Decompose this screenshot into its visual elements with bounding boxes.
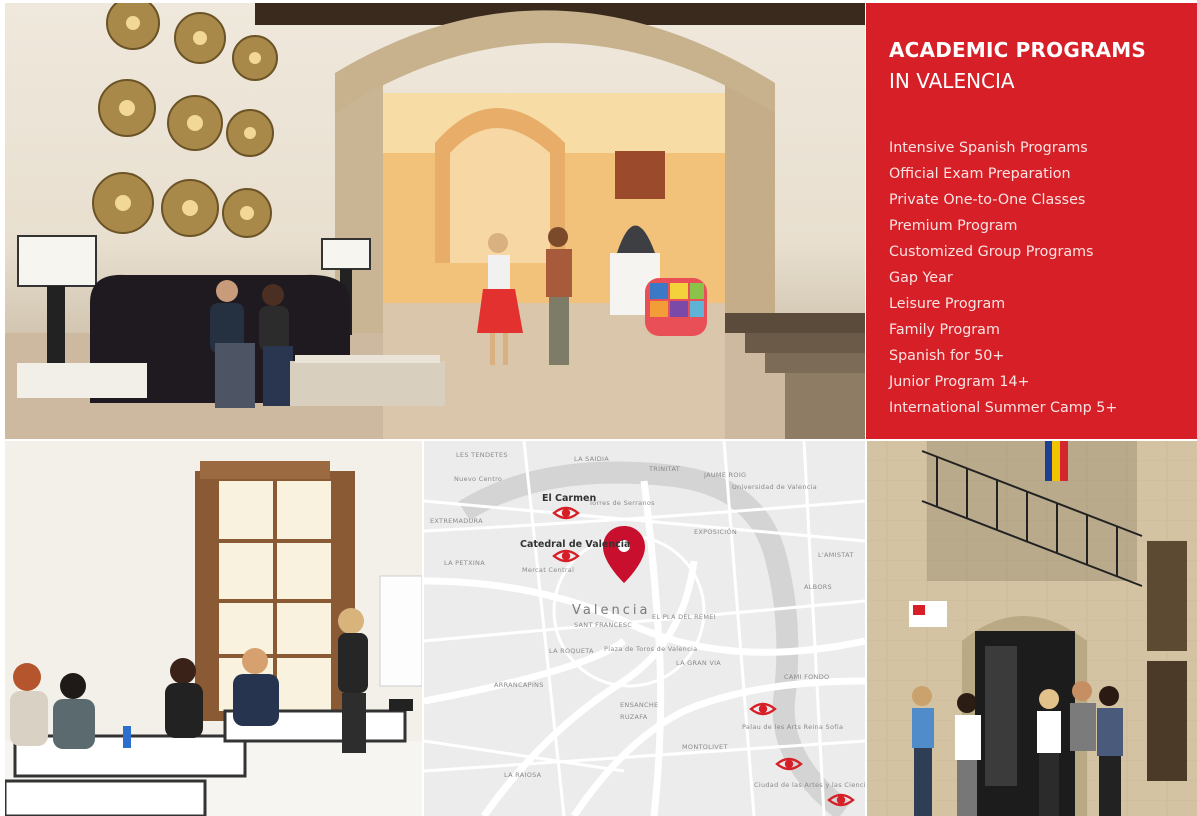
program-item-private[interactable]: Private One-to-One Classes bbox=[889, 187, 1117, 213]
program-item-gap-year[interactable]: Gap Year bbox=[889, 265, 1117, 291]
program-item-customized[interactable]: Customized Group Programs bbox=[889, 239, 1117, 265]
map-district-raiosa: LA RAIOSA bbox=[504, 771, 542, 779]
program-item-family[interactable]: Family Program bbox=[889, 317, 1117, 343]
map-district-nuevo-centro: Nuevo Centro bbox=[454, 475, 503, 483]
map-district-gran-via: LA GRAN VIA bbox=[676, 659, 722, 667]
school-building-photo bbox=[867, 441, 1197, 816]
lobby-photo bbox=[5, 3, 865, 439]
map-district-jaume-roig: JAUME ROIG bbox=[704, 471, 747, 479]
map-district-ciudad-artes: Ciudad de las Artes y las Ciencias bbox=[754, 781, 865, 789]
map-district-ensanche: ENSANCHE bbox=[620, 701, 659, 709]
academic-programs-panel: ACADEMIC PROGRAMS IN VALENCIA Intensive … bbox=[866, 3, 1197, 439]
map-district-plaza-toros: Plaza de Toros de Valencia bbox=[604, 645, 698, 653]
program-item-exam-prep[interactable]: Official Exam Preparation bbox=[889, 161, 1117, 187]
program-item-junior[interactable]: Junior Program 14+ bbox=[889, 369, 1117, 395]
classroom-photo bbox=[5, 441, 422, 816]
program-item-leisure[interactable]: Leisure Program bbox=[889, 291, 1117, 317]
map-district-extremadura: EXTREMADURA bbox=[430, 517, 483, 525]
map-district-cami-fondo: CAMI FONDO bbox=[784, 673, 830, 681]
classroom-illustration bbox=[5, 441, 422, 816]
map-district-palau-arts: Palau de les Arts Reina Sofia bbox=[742, 723, 844, 731]
map-district-sant-francesc: SANT FRANCESC bbox=[574, 621, 633, 629]
map-district-ruzafa: RUZAFA bbox=[620, 713, 648, 721]
map-district-albors: ALBORS bbox=[804, 583, 832, 591]
map-district-torres-serranos: Torres de Serranos bbox=[589, 499, 655, 507]
map-label-catedral: Catedral de Valencia bbox=[520, 539, 631, 550]
map-district-montolivet: MONTOLIVET bbox=[682, 743, 728, 751]
map-district-tendetes: LES TENDETES bbox=[456, 451, 508, 459]
map-district-pla-remei: EL PLA DEL REMEI bbox=[652, 613, 716, 621]
program-item-premium[interactable]: Premium Program bbox=[889, 213, 1117, 239]
building-illustration bbox=[867, 441, 1197, 816]
program-item-summer-camp[interactable]: International Summer Camp 5+ bbox=[889, 395, 1117, 421]
location-map[interactable]: El Carmen Catedral de Valencia Valencia … bbox=[424, 441, 865, 816]
map-district-la-roqueta: LA ROQUETA bbox=[549, 647, 594, 655]
map-district-petxina: LA PETXINA bbox=[444, 559, 485, 567]
programs-title: ACADEMIC PROGRAMS bbox=[889, 38, 1146, 62]
map-district-saidia: LA SAIDIA bbox=[574, 455, 609, 463]
program-item-50-plus[interactable]: Spanish for 50+ bbox=[889, 343, 1117, 369]
program-item-intensive[interactable]: Intensive Spanish Programs bbox=[889, 135, 1117, 161]
map-district-exposicion: EXPOSICIÓN bbox=[694, 528, 738, 536]
lobby-illustration bbox=[5, 3, 865, 439]
programs-list: Intensive Spanish Programs Official Exam… bbox=[889, 135, 1117, 421]
map-district-mercat: Mercat Central bbox=[522, 566, 575, 574]
map-district-trinitat: TRINITAT bbox=[649, 465, 680, 473]
map-district-lamistat: L'AMISTAT bbox=[818, 551, 854, 559]
map-district-universidad: Universidad de Valencia bbox=[732, 483, 817, 491]
map-district-arrancapins: ARRANCAPINS bbox=[494, 681, 544, 689]
map-label-city: Valencia bbox=[572, 603, 651, 618]
map-streets bbox=[424, 441, 865, 816]
programs-subtitle: IN VALENCIA bbox=[889, 69, 1015, 93]
